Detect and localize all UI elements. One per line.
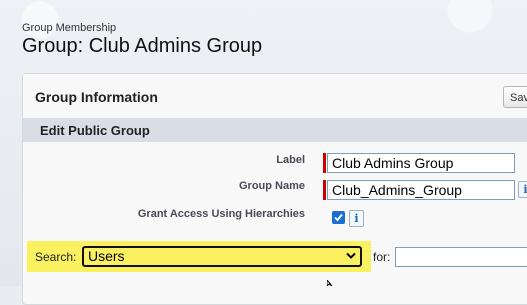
page-subtitle: Group Membership [22, 22, 117, 34]
required-marker [323, 180, 326, 200]
page-title: Group: Club Admins Group [22, 35, 263, 57]
for-label: for: [373, 250, 391, 264]
save-button[interactable]: Save [503, 86, 527, 108]
search-type-select[interactable]: Users [82, 246, 362, 267]
grant-access-checkbox[interactable] [332, 211, 345, 224]
section-header: Edit Public Group [23, 118, 527, 142]
panel-header: Group Information Save [23, 74, 527, 119]
label-field-label: Label [276, 154, 305, 166]
checkmark-icon [334, 213, 343, 222]
search-label: Search: [35, 250, 77, 264]
grant-access-label: Grant Access Using Hierarchies [137, 208, 305, 220]
search-for-input[interactable] [395, 247, 527, 267]
group-name-input[interactable]: Club_Admins_Group [327, 180, 515, 200]
group-name-info-icon[interactable]: i [518, 181, 527, 198]
panel-title: Group Information [35, 89, 158, 105]
search-type-value: Users [88, 248, 125, 264]
grant-access-info-icon[interactable]: i [349, 210, 364, 227]
label-input[interactable]: Club Admins Group [327, 153, 515, 173]
section-title: Edit Public Group [40, 123, 150, 138]
group-name-field-label: Group Name [238, 180, 305, 192]
required-marker [323, 153, 326, 173]
chevron-down-icon [346, 252, 356, 259]
mouse-cursor-icon [327, 280, 333, 286]
